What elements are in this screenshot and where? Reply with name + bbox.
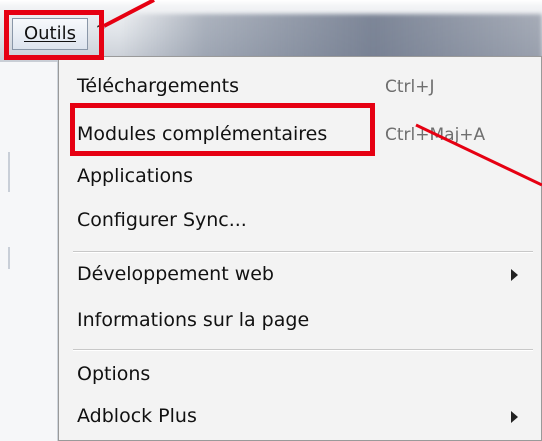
- annotation-box-outils: [4, 10, 104, 60]
- submenu-arrow-icon: [511, 269, 518, 281]
- left-pane-marker: [8, 247, 10, 269]
- left-pane-marker: [8, 152, 10, 192]
- menu-gutter: [59, 57, 69, 440]
- menu-separator: [73, 349, 533, 351]
- menu-item-label: Adblock Plus: [77, 405, 197, 427]
- menu-item-label: Développement web: [77, 263, 274, 285]
- menu-item-label: Applications: [77, 165, 194, 187]
- submenu-arrow-icon: [511, 411, 518, 423]
- menu-item-shortcut: Ctrl+J: [385, 77, 435, 97]
- menu-item-label: Informations sur la page: [77, 309, 310, 331]
- menu-item-label: Configurer Sync...: [77, 209, 247, 231]
- screenshot-stage: Outils ? Téléchargements Ctrl+J Modules …: [0, 0, 542, 441]
- left-pane: [0, 62, 58, 441]
- menu-separator: [73, 251, 533, 253]
- titlebar-background: [120, 14, 542, 62]
- menu-item-label: Options: [77, 363, 151, 385]
- menu-item-shortcut: Ctrl+Maj+A: [385, 125, 486, 145]
- annotation-box-modules: [70, 103, 375, 156]
- menu-item-label: Téléchargements: [77, 75, 239, 97]
